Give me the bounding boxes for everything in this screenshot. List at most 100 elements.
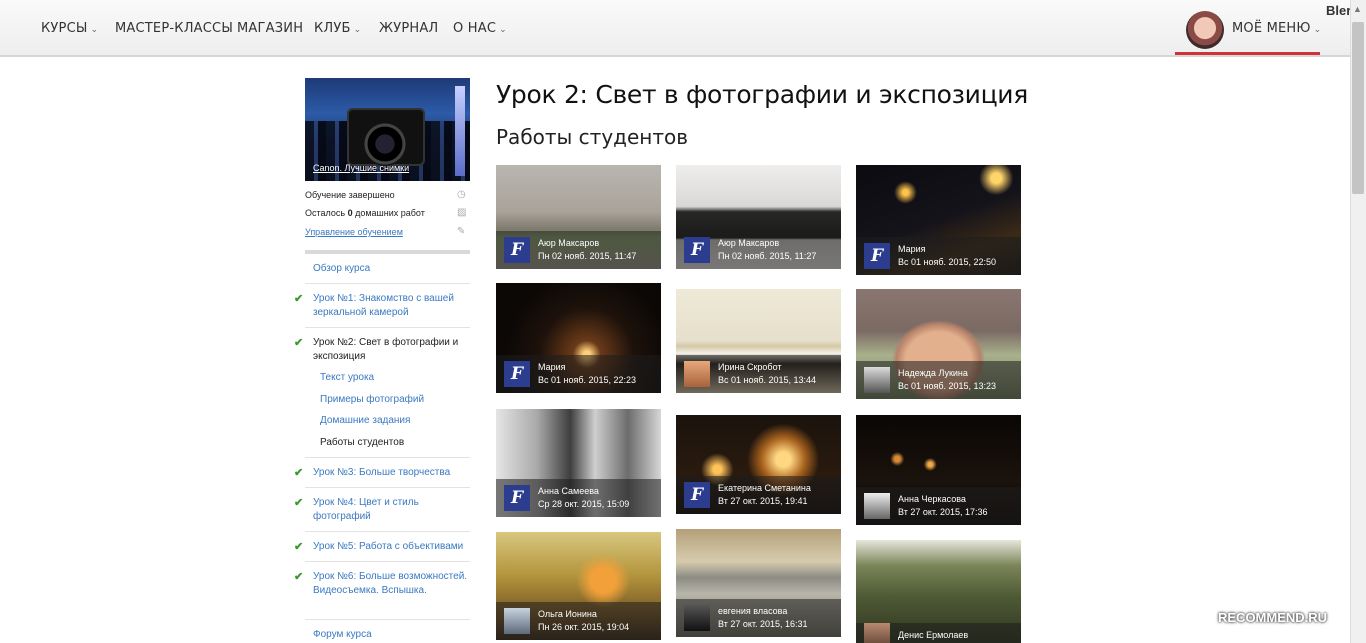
student-work-card[interactable]: F Мария Вс 01 нояб. 2015, 22:50 bbox=[856, 165, 1021, 275]
nav-courses-label: КУРСЫ bbox=[41, 21, 88, 36]
sidebar-item-lesson-4[interactable]: Урок №4: Цвет и стиль фотографий bbox=[313, 496, 473, 524]
student-work-card[interactable]: евгения власова Вт 27 окт. 2015, 16:31 bbox=[676, 529, 841, 637]
work-date: Ср 28 окт. 2015, 15:09 bbox=[538, 499, 630, 509]
author-avatar: F bbox=[504, 237, 530, 263]
author-avatar: F bbox=[684, 237, 710, 263]
author-avatar bbox=[684, 605, 710, 631]
divider bbox=[305, 457, 470, 458]
my-menu-label-wrap[interactable]: МОЁ МЕНЮ ⌄ bbox=[1232, 21, 1321, 36]
student-work-card[interactable]: F Аюр Максаров Пн 02 нояб. 2015, 11:47 bbox=[496, 165, 661, 269]
check-icon: ✔ bbox=[294, 497, 304, 509]
work-date: Вт 27 окт. 2015, 17:36 bbox=[898, 507, 988, 517]
work-date: Пн 26 окт. 2015, 19:04 bbox=[538, 622, 630, 632]
sidebar-item-lesson-2[interactable]: Урок №2: Свет в фотографии и экспозиция bbox=[313, 336, 473, 364]
divider bbox=[305, 250, 470, 254]
author-name: Аюр Максаров bbox=[538, 238, 600, 248]
work-date: Вс 01 нояб. 2015, 13:23 bbox=[898, 381, 997, 391]
sub-item-homework[interactable]: Домашние задания bbox=[320, 415, 410, 426]
course-overview-link[interactable]: Обзор курса bbox=[313, 262, 473, 276]
student-work-card[interactable]: F Аюр Максаров Пн 02 нояб. 2015, 11:27 bbox=[676, 165, 841, 269]
work-date: Вт 27 окт. 2015, 16:31 bbox=[718, 619, 808, 629]
scroll-up-arrow-icon[interactable]: ▲ bbox=[1353, 4, 1362, 14]
divider bbox=[305, 487, 470, 488]
author-avatar: F bbox=[864, 243, 890, 269]
image-icon: ▨ bbox=[457, 207, 467, 218]
course-forum-link[interactable]: Форум курса bbox=[313, 628, 473, 642]
student-work-card[interactable]: Денис Ермолаев bbox=[856, 540, 1021, 643]
sidebar-item-lesson-5[interactable]: Урок №5: Работа с объективами bbox=[313, 540, 473, 554]
course-title-link[interactable]: Canon. Лучшие снимки bbox=[313, 163, 409, 173]
work-date: Пн 02 нояб. 2015, 11:47 bbox=[538, 251, 637, 261]
student-work-card[interactable]: F Мария Вс 01 нояб. 2015, 22:23 bbox=[496, 283, 661, 393]
chevron-down-icon: ⌄ bbox=[1313, 25, 1322, 35]
scrollbar-thumb[interactable] bbox=[1352, 22, 1364, 194]
chevron-down-icon: ⌄ bbox=[353, 25, 362, 35]
student-work-card[interactable]: Ольга Ионина Пн 26 окт. 2015, 19:04 bbox=[496, 532, 661, 640]
nav-club-label: КЛУБ bbox=[314, 21, 351, 36]
author-avatar: F bbox=[684, 482, 710, 508]
student-work-card[interactable]: F Екатерина Сметанина Вт 27 окт. 2015, 1… bbox=[676, 415, 841, 514]
chevron-down-icon: ⌄ bbox=[499, 25, 507, 35]
author-name: Анна Черкасова bbox=[898, 494, 966, 504]
work-date: Вс 01 нояб. 2015, 13:44 bbox=[718, 375, 817, 385]
author-name: Надежда Лукина bbox=[898, 368, 968, 378]
nav-journal-label: ЖУРНАЛ bbox=[379, 21, 439, 36]
author-avatar bbox=[504, 608, 530, 634]
divider bbox=[305, 561, 470, 562]
homework-text: Осталось 0 домашних работ bbox=[305, 208, 425, 218]
manage-learning-link[interactable]: Управление обучением bbox=[305, 227, 403, 237]
chevron-down-icon: ⌄ bbox=[90, 25, 99, 35]
work-date: Вт 27 окт. 2015, 19:41 bbox=[718, 496, 808, 506]
check-icon: ✔ bbox=[294, 337, 304, 349]
nav-about[interactable]: О НАС ⌄ bbox=[453, 21, 507, 36]
author-name: Ольга Ионина bbox=[538, 609, 597, 619]
student-work-card[interactable]: Ирина Скробот Вс 01 нояб. 2015, 13:44 bbox=[676, 289, 841, 393]
sub-item-student-works[interactable]: Работы студентов bbox=[320, 437, 404, 448]
sub-item-photo-examples[interactable]: Примеры фотографий bbox=[320, 394, 424, 405]
nav-shop-label: МАГАЗИН bbox=[237, 21, 304, 36]
author-name: Денис Ермолаев bbox=[898, 630, 969, 640]
author-avatar bbox=[684, 361, 710, 387]
page-title: Урок 2: Свет в фотографии и экспозиция bbox=[496, 80, 1028, 109]
lens-graphic bbox=[363, 122, 407, 166]
nav-journal[interactable]: ЖУРНАЛ bbox=[379, 21, 438, 36]
check-icon: ✔ bbox=[294, 467, 304, 479]
student-work-card[interactable]: Надежда Лукина Вс 01 нояб. 2015, 13:23 bbox=[856, 289, 1021, 399]
tower bbox=[455, 86, 465, 176]
author-name: Екатерина Сметанина bbox=[718, 483, 811, 493]
work-date: Вс 01 нояб. 2015, 22:50 bbox=[898, 257, 997, 267]
sidebar-item-lesson-1[interactable]: Урок №1: Знакомство с вашей зеркальной к… bbox=[313, 292, 473, 320]
wrench-icon: ✎ bbox=[457, 226, 466, 237]
work-date: Вс 01 нояб. 2015, 22:23 bbox=[538, 375, 637, 385]
author-avatar bbox=[864, 367, 890, 393]
nav-courses[interactable]: КУРСЫ ⌄ bbox=[41, 21, 98, 36]
author-avatar: F bbox=[504, 485, 530, 511]
divider bbox=[305, 619, 470, 620]
author-name: Мария bbox=[898, 244, 926, 254]
author-name: евгения власова bbox=[718, 606, 788, 616]
homework-suffix: домашних работ bbox=[352, 208, 425, 218]
check-icon: ✔ bbox=[294, 571, 304, 583]
student-work-card[interactable]: Анна Черкасова Вт 27 окт. 2015, 17:36 bbox=[856, 415, 1021, 525]
check-icon: ✔ bbox=[294, 541, 304, 553]
user-avatar[interactable] bbox=[1186, 11, 1224, 49]
nav-shop[interactable]: МАГАЗИН bbox=[237, 21, 303, 36]
nav-master-classes[interactable]: МАСТЕР-КЛАССЫ bbox=[115, 21, 233, 36]
author-name: Анна Самеева bbox=[538, 486, 599, 496]
author-name: Аюр Максаров bbox=[718, 238, 780, 248]
clock-icon: ◷ bbox=[457, 189, 466, 200]
author-name: Мария bbox=[538, 362, 566, 372]
my-menu-label: МОЁ МЕНЮ bbox=[1232, 21, 1311, 36]
watermark: RECOMMEND.RU bbox=[1218, 610, 1328, 625]
nav-club[interactable]: КЛУБ ⌄ bbox=[314, 21, 361, 36]
sidebar-item-lesson-6[interactable]: Урок №6: Больше возможностей. Видеосъемк… bbox=[313, 570, 473, 598]
sub-item-lesson-text[interactable]: Текст урока bbox=[320, 372, 374, 383]
sidebar-item-lesson-3[interactable]: Урок №3: Больше творчества bbox=[313, 466, 473, 480]
author-name: Ирина Скробот bbox=[718, 362, 782, 372]
check-icon: ✔ bbox=[294, 293, 304, 305]
nav-about-label: О НАС bbox=[453, 21, 497, 36]
student-work-card[interactable]: F Анна Самеева Ср 28 окт. 2015, 15:09 bbox=[496, 409, 661, 517]
divider bbox=[305, 531, 470, 532]
status-text: Обучение завершено bbox=[305, 190, 395, 200]
section-title: Работы студентов bbox=[496, 125, 689, 149]
